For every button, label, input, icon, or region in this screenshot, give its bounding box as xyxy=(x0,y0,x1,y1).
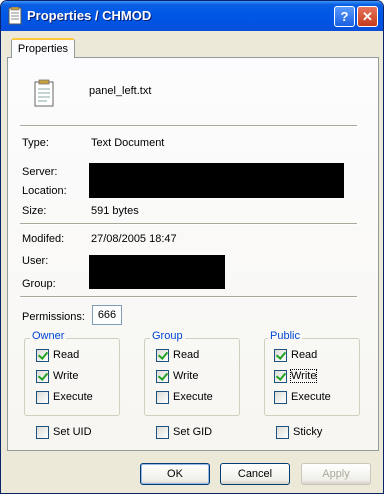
checkbox-box[interactable] xyxy=(276,426,289,439)
checkbox-label: Read xyxy=(53,349,80,361)
apply-button[interactable]: Apply xyxy=(301,463,371,485)
tab-properties[interactable]: Properties xyxy=(11,38,75,58)
checkbox-box[interactable] xyxy=(156,391,169,404)
checkbox-label: Execute xyxy=(173,391,213,403)
checkbox-label: Execute xyxy=(291,391,331,403)
location-label: Location: xyxy=(22,185,67,197)
close-icon: ✕ xyxy=(362,9,373,24)
checkbox-label: Set GID xyxy=(173,426,213,438)
divider xyxy=(20,296,357,298)
help-button[interactable]: ? xyxy=(334,6,355,27)
checkbox-label: Sticky xyxy=(293,426,323,438)
checkbox-box[interactable] xyxy=(36,349,49,362)
checkbox-box[interactable] xyxy=(36,370,49,383)
permissions-input[interactable]: 666 xyxy=(92,305,122,325)
type-value: Text Document xyxy=(91,137,165,149)
title-bar[interactable]: Properties / CHMOD ? ✕ xyxy=(1,1,383,31)
public-group-title: Public xyxy=(268,330,302,342)
modified-value: 27/08/2005 18:47 xyxy=(91,233,177,245)
checkbox-label: Write xyxy=(289,369,318,383)
checkbox-box[interactable] xyxy=(36,426,49,439)
redacted-server-location xyxy=(89,163,344,198)
close-button[interactable]: ✕ xyxy=(357,6,378,27)
owner-group-title: Owner xyxy=(30,330,67,342)
redacted-user-group xyxy=(89,255,225,289)
ok-button[interactable]: OK xyxy=(140,463,210,485)
checkbox-box[interactable] xyxy=(36,391,49,404)
checkbox-box[interactable] xyxy=(156,426,169,439)
checkbox-box[interactable] xyxy=(274,391,287,404)
checkbox-box[interactable] xyxy=(274,349,287,362)
checkbox-label: Set UID xyxy=(53,426,92,438)
user-label: User: xyxy=(22,255,49,267)
permissions-label: Permissions: xyxy=(22,311,85,323)
checkbox-label: Execute xyxy=(53,391,93,403)
properties-dialog: Properties / CHMOD ? ✕ Properties panel_… xyxy=(0,0,384,494)
checkbox-box[interactable] xyxy=(156,349,169,362)
group-label: Group: xyxy=(22,278,56,290)
help-icon: ? xyxy=(340,9,349,24)
divider xyxy=(20,125,357,127)
checkbox-box[interactable] xyxy=(156,370,169,383)
modified-label: Modifed: xyxy=(22,233,65,245)
text-file-icon xyxy=(34,79,54,107)
server-label: Server: xyxy=(22,166,58,178)
size-value: 591 bytes xyxy=(91,205,139,217)
divider xyxy=(20,223,357,225)
type-label: Type: xyxy=(22,137,49,149)
window-title: Properties / CHMOD xyxy=(27,8,152,23)
checkbox-label: Write xyxy=(53,370,79,382)
checkbox-label: Write xyxy=(173,370,199,382)
document-icon xyxy=(8,7,22,25)
group-group-title: Group xyxy=(150,330,185,342)
checkbox-label: Read xyxy=(173,349,200,361)
checkbox-box[interactable] xyxy=(274,370,287,383)
cancel-button[interactable]: Cancel xyxy=(220,463,290,485)
size-label: Size: xyxy=(22,205,47,217)
checkbox-label: Read xyxy=(291,349,318,361)
file-name: panel_left.txt xyxy=(89,85,152,97)
